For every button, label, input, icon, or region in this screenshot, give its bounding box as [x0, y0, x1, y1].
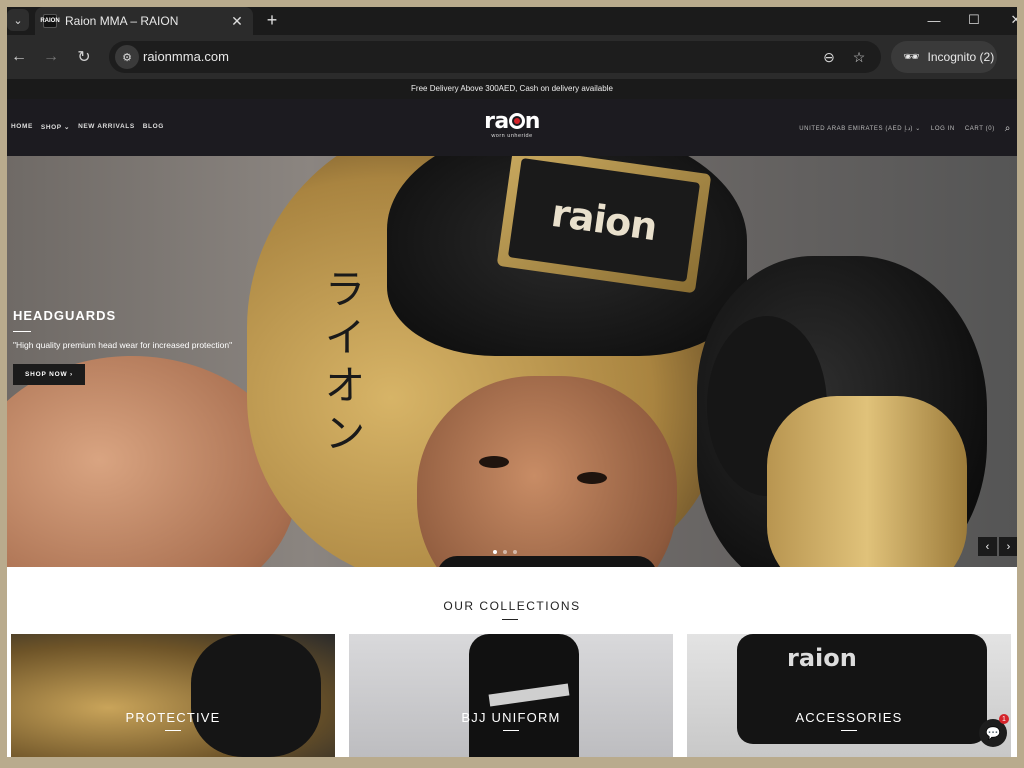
header-utilities: UNITED ARAB EMIRATES (AED د.إ) ⌄ LOG IN … — [799, 123, 1011, 134]
incognito-icon: 🕶 — [903, 49, 920, 64]
collections-heading: OUR COLLECTIONS — [443, 599, 581, 613]
collection-divider — [503, 730, 519, 731]
badge-logo: raion — [507, 157, 701, 283]
hero-face-image — [417, 376, 677, 567]
chat-badge: 1 — [999, 714, 1009, 724]
nav-new-arrivals[interactable]: NEW ARRIVALS — [78, 123, 135, 131]
tab-strip: ⌄ RAION Raion MMA – RAION ✕ + — ☐ ✕ — [7, 7, 1017, 35]
site-info-icon[interactable]: ⚙ — [115, 45, 139, 69]
currency-label: UNITED ARAB EMIRATES (AED د.إ) — [799, 126, 914, 132]
site-header: HOME SHOP ⌄ NEW ARRIVALS BLOG ra n worn u… — [7, 99, 1017, 156]
hero-slider: raion ライオン HEADGUARDS "High quality prem… — [7, 156, 1017, 567]
address-bar[interactable]: ⚙ raionmma.com ⊖ ☆ — [109, 41, 881, 73]
collections-divider — [502, 619, 518, 620]
nav-shop[interactable]: SHOP ⌄ — [41, 123, 70, 131]
minimize-icon[interactable]: — — [919, 9, 949, 31]
forward-icon[interactable]: → — [39, 45, 63, 69]
cart-link[interactable]: CART (0) — [965, 126, 995, 132]
slider-prev-button[interactable]: ‹ — [978, 537, 997, 556]
currency-selector[interactable]: UNITED ARAB EMIRATES (AED د.إ) ⌄ — [799, 125, 921, 132]
collection-divider — [841, 730, 857, 731]
site-logo[interactable]: ra n worn unheride — [477, 109, 547, 140]
japanese-lettering: ライオン — [325, 267, 365, 457]
new-tab-icon[interactable]: + — [261, 9, 283, 31]
card-bag-logo: raion — [787, 644, 857, 672]
chevron-right-icon: › — [70, 371, 73, 378]
card-bag-image — [737, 634, 987, 744]
logo-wordmark: ra n — [484, 109, 540, 134]
collection-card-bjj-uniform[interactable]: BJJ UNIFORM — [349, 634, 673, 757]
hero-caption: HEADGUARDS "High quality premium head we… — [13, 308, 243, 385]
favicon-icon: RAION — [40, 14, 60, 28]
announcement-bar: Free Delivery Above 300AED, Cash on deli… — [7, 79, 1017, 99]
bookmark-star-icon[interactable]: ☆ — [849, 47, 869, 67]
nav-shop-label: SHOP — [40, 124, 62, 131]
hero-title: HEADGUARDS — [13, 308, 117, 323]
slider-next-button[interactable]: › — [999, 537, 1017, 556]
zoom-icon[interactable]: ⊖ — [819, 47, 839, 67]
chin-guard — [437, 556, 657, 567]
favicon-text: RAION — [40, 18, 60, 24]
url-text: raionmma.com — [143, 49, 229, 64]
collection-card-protective[interactable]: PROTECTIVE — [11, 634, 335, 757]
browser-toolbar: ← → ↻ ⚙ raionmma.com ⊖ ☆ 🕶 Incognito (2) — [7, 35, 1017, 79]
chevron-down-icon: ⌄ — [61, 124, 71, 131]
login-link[interactable]: LOG IN — [931, 126, 955, 132]
incognito-button[interactable]: 🕶 Incognito (2) — [891, 41, 997, 73]
maximize-icon[interactable]: ☐ — [959, 9, 989, 31]
main-nav: HOME SHOP ⌄ NEW ARRIVALS BLOG — [11, 123, 164, 131]
slider-dots — [493, 550, 517, 554]
back-icon[interactable]: ← — [7, 45, 31, 69]
slider-dot-2[interactable] — [503, 550, 507, 554]
slider-dot-3[interactable] — [513, 550, 517, 554]
hero-subtitle: "High quality premium head wear for incr… — [13, 340, 233, 350]
eye-right — [577, 472, 607, 484]
shop-now-button[interactable]: SHOP NOW › — [13, 364, 85, 385]
web-page: Free Delivery Above 300AED, Cash on deli… — [7, 79, 1017, 757]
glove-cuff — [767, 396, 967, 567]
nav-blog[interactable]: BLOG — [143, 123, 164, 131]
tab-raion[interactable]: RAION Raion MMA – RAION ✕ — [35, 7, 253, 35]
close-tab-icon[interactable]: ✕ — [229, 13, 245, 30]
incognito-label: Incognito (2) — [927, 50, 995, 64]
shop-now-label: SHOP NOW — [25, 371, 68, 378]
collection-divider — [165, 730, 181, 731]
collection-label: ACCESSORIES — [795, 710, 903, 725]
collection-card-accessories[interactable]: raion ACCESSORIES — [687, 634, 1011, 757]
tab-search-icon[interactable]: ⌄ — [7, 9, 29, 31]
eye-left — [479, 456, 509, 468]
close-window-icon[interactable]: ✕ — [1001, 9, 1017, 31]
slider-dot-1[interactable] — [493, 550, 497, 554]
hero-divider — [13, 331, 31, 332]
card-glove-image — [191, 634, 321, 757]
nav-home[interactable]: HOME — [11, 123, 33, 131]
search-icon[interactable]: ⌕ — [1005, 123, 1011, 134]
reload-icon[interactable]: ↻ — [72, 45, 96, 69]
collection-label: BJJ UNIFORM — [461, 710, 561, 725]
browser-window: ⌄ RAION Raion MMA – RAION ✕ + — ☐ ✕ ← → … — [7, 7, 1017, 757]
tab-title: Raion MMA – RAION — [65, 14, 179, 28]
collection-label: PROTECTIVE — [125, 710, 221, 725]
